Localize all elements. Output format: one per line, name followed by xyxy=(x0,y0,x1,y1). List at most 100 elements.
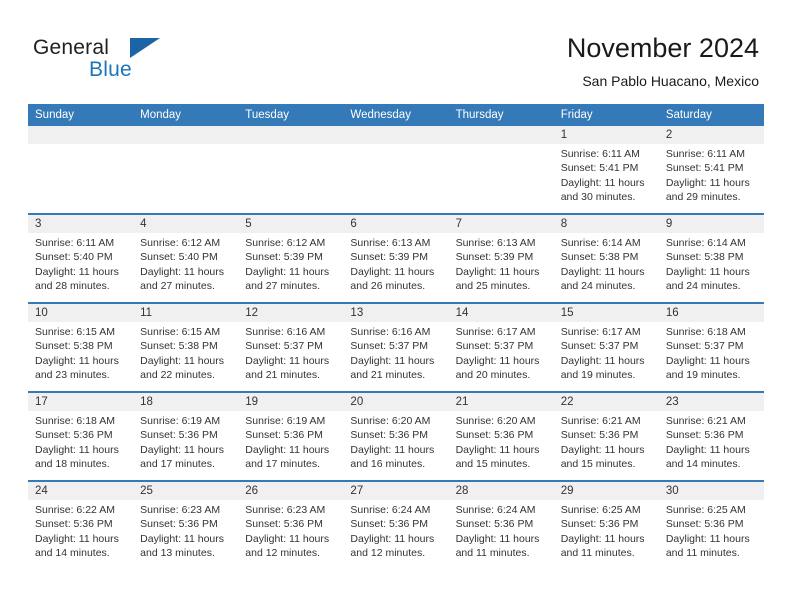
day-cell[interactable]: Sunrise: 6:14 AM Sunset: 5:38 PM Daylight:… xyxy=(659,233,764,302)
day-cell[interactable]: Sunrise: 6:19 AM Sunset: 5:36 PM Daylight:… xyxy=(238,411,343,480)
day-number[interactable]: 10 xyxy=(28,304,133,322)
day-number[interactable]: 5 xyxy=(238,215,343,233)
day-cell[interactable]: Sunrise: 6:24 AM Sunset: 5:36 PM Daylight:… xyxy=(449,500,554,569)
calendar-week-row: 24 25 26 27 28 29 30 Sunrise: 6:22 AM Sunset: 5:… xyxy=(28,480,764,569)
day-number[interactable]: 9 xyxy=(659,215,764,233)
daylight-text-line2: and 19 minutes. xyxy=(560,369,636,382)
day-cell[interactable]: Sunrise: 6:17 AM Sunset: 5:37 PM Daylight:… xyxy=(449,322,554,391)
day-cell[interactable]: Sunrise: 6:14 AM Sunset: 5:38 PM Daylight:… xyxy=(554,233,659,302)
day-cell[interactable]: Sunrise: 6:16 AM Sunset: 5:37 PM Daylight:… xyxy=(343,322,448,391)
day-cell[interactable]: Sunrise: 6:25 AM Sunset: 5:36 PM Daylight:… xyxy=(554,500,659,569)
day-cell[interactable]: Sunrise: 6:23 AM Sunset: 5:36 PM Daylight:… xyxy=(238,500,343,569)
day-number-empty xyxy=(28,126,133,144)
sunrise-text: Sunrise: 6:15 AM xyxy=(35,326,115,338)
day-number[interactable]: 6 xyxy=(343,215,448,233)
day-cell[interactable]: Sunrise: 6:15 AM Sunset: 5:38 PM Daylight:… xyxy=(28,322,133,391)
sunset-text: Sunset: 5:38 PM xyxy=(140,340,218,353)
day-detail-strip: Sunrise: 6:15 AM Sunset: 5:38 PM Daylight:… xyxy=(28,322,764,391)
day-cell[interactable]: Sunrise: 6:18 AM Sunset: 5:37 PM Daylight:… xyxy=(659,322,764,391)
day-cell[interactable]: Sunrise: 6:12 AM Sunset: 5:39 PM Daylight:… xyxy=(238,233,343,302)
day-cell[interactable]: Sunrise: 6:15 AM Sunset: 5:38 PM Daylight:… xyxy=(133,322,238,391)
sunset-text: Sunset: 5:36 PM xyxy=(665,429,744,442)
day-cell[interactable]: Sunrise: 6:20 AM Sunset: 5:36 PM Daylight:… xyxy=(343,411,448,480)
sunset-text: Sunset: 5:36 PM xyxy=(140,429,218,442)
day-cell[interactable]: Sunrise: 6:11 AM Sunset: 5:41 PM Daylight:… xyxy=(554,144,659,213)
day-cell[interactable]: Sunrise: 6:16 AM Sunset: 5:37 PM Daylight:… xyxy=(238,322,343,391)
calendar-week-row: 10 11 12 13 14 15 16 Sunrise: 6:15 AM Sunset: 5:… xyxy=(28,302,764,391)
day-number[interactable]: 19 xyxy=(238,393,343,411)
day-number[interactable]: 25 xyxy=(133,482,238,500)
daylight-text-line1: Daylight: 11 hours xyxy=(140,443,224,456)
day-number[interactable]: 13 xyxy=(343,304,448,322)
daylight-text-line1: Daylight: 11 hours xyxy=(245,443,330,456)
day-number-empty xyxy=(133,126,238,144)
day-number[interactable]: 23 xyxy=(659,393,764,411)
day-number[interactable]: 14 xyxy=(449,304,554,322)
brand-name-blue: Blue xyxy=(89,58,132,81)
day-number[interactable]: 18 xyxy=(133,393,238,411)
day-number[interactable]: 29 xyxy=(554,482,659,500)
daylight-text-line2: and 21 minutes. xyxy=(350,369,426,382)
day-cell[interactable]: Sunrise: 6:13 AM Sunset: 5:39 PM Daylight:… xyxy=(449,233,554,302)
day-cell[interactable]: Sunrise: 6:21 AM Sunset: 5:36 PM Daylight:… xyxy=(659,411,764,480)
day-number[interactable]: 2 xyxy=(659,126,764,144)
day-cell[interactable]: Sunrise: 6:20 AM Sunset: 5:36 PM Daylight:… xyxy=(449,411,554,480)
sunrise-text: Sunrise: 6:24 AM xyxy=(350,504,431,516)
daylight-text-line2: and 17 minutes. xyxy=(245,458,320,471)
day-cell[interactable]: Sunrise: 6:21 AM Sunset: 5:36 PM Daylight:… xyxy=(554,411,659,480)
day-number[interactable]: 17 xyxy=(28,393,133,411)
sunrise-text: Sunrise: 6:18 AM xyxy=(665,326,746,338)
sunrise-text: Sunrise: 6:19 AM xyxy=(245,415,326,427)
sunset-text: Sunset: 5:38 PM xyxy=(665,251,744,264)
day-cell-empty xyxy=(238,144,343,213)
day-cell[interactable]: Sunrise: 6:22 AM Sunset: 5:36 PM Daylight:… xyxy=(28,500,133,569)
day-number[interactable]: 11 xyxy=(133,304,238,322)
daylight-text-line2: and 14 minutes. xyxy=(35,547,110,560)
day-number[interactable]: 22 xyxy=(554,393,659,411)
sunset-text: Sunset: 5:40 PM xyxy=(35,251,113,264)
day-cell[interactable]: Sunrise: 6:24 AM Sunset: 5:36 PM Daylight:… xyxy=(343,500,448,569)
calendar-week-row: 1 2 Sunrise: 6:11 AM Sunset: 5:41 PM Dayligh… xyxy=(28,126,764,213)
day-cell[interactable]: Sunrise: 6:17 AM Sunset: 5:37 PM Daylight:… xyxy=(554,322,659,391)
day-cell[interactable]: Sunrise: 6:25 AM Sunset: 5:36 PM Daylight:… xyxy=(659,500,764,569)
daylight-text-line2: and 24 minutes. xyxy=(560,280,636,293)
daylight-text-line1: Daylight: 11 hours xyxy=(350,443,435,456)
day-number[interactable]: 3 xyxy=(28,215,133,233)
day-number[interactable]: 26 xyxy=(238,482,343,500)
day-detail-strip: Sunrise: 6:11 AM Sunset: 5:41 PM Daylight:… xyxy=(28,144,764,213)
daylight-text-line1: Daylight: 11 hours xyxy=(455,443,540,456)
day-number[interactable]: 30 xyxy=(659,482,764,500)
sunset-text: Sunset: 5:37 PM xyxy=(245,340,323,353)
weekday-header-monday: Monday xyxy=(140,109,182,121)
day-number[interactable]: 1 xyxy=(554,126,659,144)
sunset-text: Sunset: 5:36 PM xyxy=(35,429,113,442)
daylight-text-line1: Daylight: 11 hours xyxy=(35,443,119,456)
day-cell[interactable]: Sunrise: 6:18 AM Sunset: 5:36 PM Daylight:… xyxy=(28,411,133,480)
day-number[interactable]: 7 xyxy=(449,215,554,233)
day-number-strip: 12 xyxy=(28,126,764,144)
day-number[interactable]: 24 xyxy=(28,482,133,500)
day-number[interactable]: 15 xyxy=(554,304,659,322)
day-number[interactable]: 12 xyxy=(238,304,343,322)
day-cell[interactable]: Sunrise: 6:12 AM Sunset: 5:40 PM Daylight:… xyxy=(133,233,238,302)
day-number[interactable]: 27 xyxy=(343,482,448,500)
sunset-text: Sunset: 5:39 PM xyxy=(455,251,534,264)
daylight-text-line1: Daylight: 11 hours xyxy=(665,443,750,456)
day-number-empty xyxy=(449,126,554,144)
day-number[interactable]: 8 xyxy=(554,215,659,233)
daylight-text-line1: Daylight: 11 hours xyxy=(665,176,750,189)
day-cell[interactable]: Sunrise: 6:13 AM Sunset: 5:39 PM Daylight:… xyxy=(343,233,448,302)
day-number[interactable]: 16 xyxy=(659,304,764,322)
day-cell[interactable]: Sunrise: 6:11 AM Sunset: 5:41 PM Daylight:… xyxy=(659,144,764,213)
sunrise-text: Sunrise: 6:25 AM xyxy=(560,504,641,516)
day-number[interactable]: 21 xyxy=(449,393,554,411)
day-number[interactable]: 4 xyxy=(133,215,238,233)
day-number[interactable]: 28 xyxy=(449,482,554,500)
day-cell[interactable]: Sunrise: 6:23 AM Sunset: 5:36 PM Daylight:… xyxy=(133,500,238,569)
day-cell[interactable]: Sunrise: 6:11 AM Sunset: 5:40 PM Daylight:… xyxy=(28,233,133,302)
sunrise-text: Sunrise: 6:17 AM xyxy=(455,326,536,338)
day-number-strip: 17 18 19 20 21 22 23 xyxy=(28,393,764,411)
day-cell[interactable]: Sunrise: 6:19 AM Sunset: 5:36 PM Daylight:… xyxy=(133,411,238,480)
day-number[interactable]: 20 xyxy=(343,393,448,411)
brand-logo[interactable]: General Blue xyxy=(33,36,253,88)
